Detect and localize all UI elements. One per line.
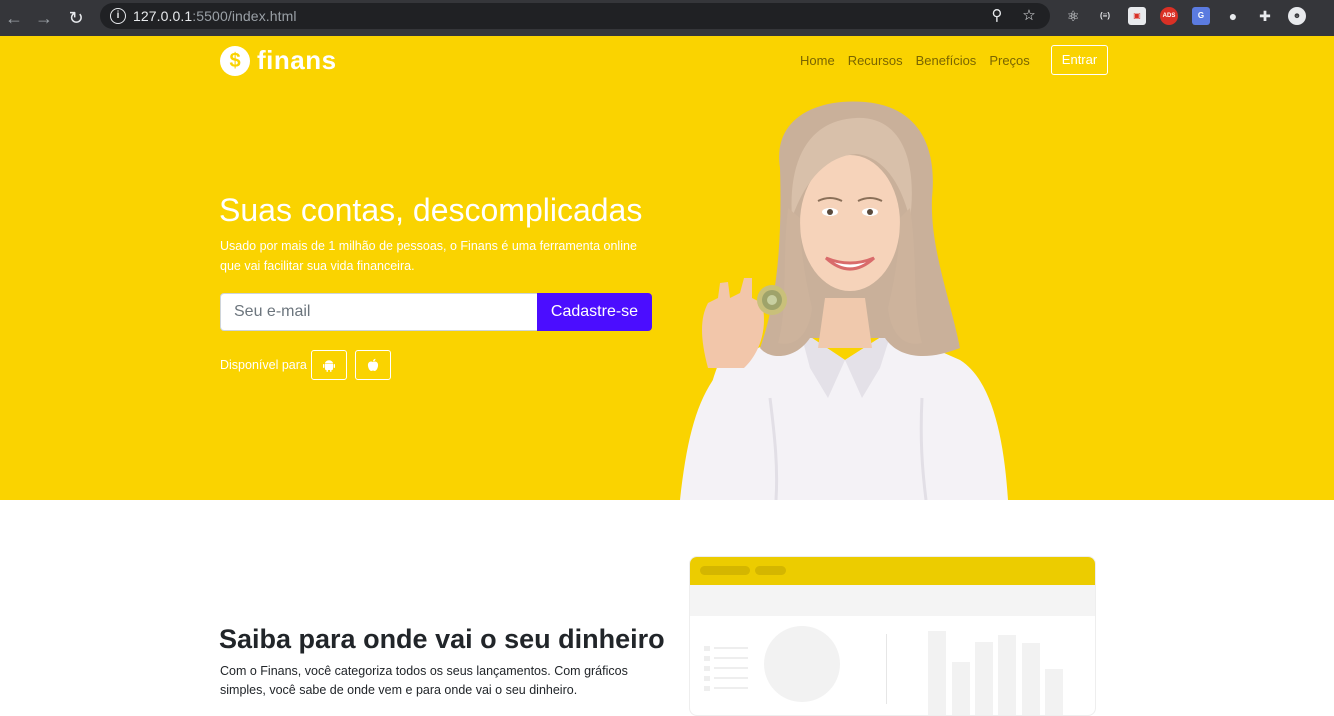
mockup-bar bbox=[1022, 643, 1040, 715]
feature-title: Saiba para onde vai o seu dinheiro bbox=[219, 624, 665, 654]
hero-subtitle: Usado por mais de 1 milhão de pessoas, o… bbox=[220, 239, 637, 273]
mockup-divider bbox=[886, 634, 887, 704]
back-arrow-icon[interactable]: ← bbox=[2, 6, 26, 30]
reload-icon[interactable]: ↻ bbox=[64, 6, 88, 30]
availability-label: Disponível para bbox=[220, 358, 307, 372]
nav-precos[interactable]: Preços bbox=[989, 53, 1029, 68]
mockup-bar bbox=[952, 662, 970, 715]
mockup-line bbox=[714, 647, 748, 649]
mockup-line-bullet bbox=[704, 676, 710, 681]
signup-button[interactable]: Cadastre-se bbox=[537, 293, 652, 331]
github-icon[interactable]: ● bbox=[1224, 7, 1242, 25]
woman-holding-coin-image bbox=[680, 101, 1008, 500]
mockup-line bbox=[714, 667, 748, 669]
extension-brackets-icon[interactable]: (≡) bbox=[1096, 7, 1114, 25]
mockup-line-bullet bbox=[704, 686, 710, 691]
forward-arrow-icon[interactable]: → bbox=[32, 6, 56, 30]
mockup-header-bar bbox=[690, 557, 1095, 585]
apple-button[interactable] bbox=[354, 350, 391, 380]
bookmark-star-icon[interactable]: ☆ bbox=[1020, 7, 1038, 25]
mockup-pie bbox=[764, 626, 840, 702]
address-bar[interactable]: i 127.0.0.1:5500/index.html ⚲ ☆ bbox=[100, 3, 1050, 29]
mockup-bar bbox=[928, 631, 946, 715]
mockup-pill bbox=[755, 566, 786, 575]
mockup-toolbar bbox=[690, 585, 1095, 616]
hero-section: $ finans Home Recursos Benefícios Preços… bbox=[0, 36, 1334, 500]
nav-beneficios[interactable]: Benefícios bbox=[916, 53, 977, 68]
mockup-line-bullet bbox=[704, 666, 710, 671]
mockup-bar bbox=[975, 642, 993, 715]
mockup-pill bbox=[700, 566, 750, 575]
nav-recursos[interactable]: Recursos bbox=[848, 53, 903, 68]
react-devtools-icon[interactable]: ⚛ bbox=[1064, 7, 1082, 25]
mockup-line bbox=[714, 657, 748, 659]
url-path: :5500/index.html bbox=[192, 8, 297, 24]
mockup-line bbox=[714, 677, 748, 679]
android-icon bbox=[322, 360, 335, 372]
mockup-line bbox=[714, 687, 748, 689]
translate-icon[interactable]: G bbox=[1192, 7, 1210, 25]
signup-form: Seu e-mail Cadastre-se bbox=[220, 293, 652, 331]
url-text[interactable]: 127.0.0.1:5500/index.html bbox=[133, 8, 297, 24]
dashboard-mockup bbox=[689, 556, 1096, 716]
brand-logo[interactable]: $ finans bbox=[220, 45, 337, 76]
hero-title: Suas contas, descomplicadas bbox=[219, 192, 643, 228]
mockup-chart-illustration bbox=[704, 626, 1063, 715]
nav-home[interactable]: Home bbox=[800, 53, 835, 68]
url-host: 127.0.0.1 bbox=[133, 8, 193, 24]
ads-extension-icon[interactable]: ADS bbox=[1160, 7, 1178, 25]
mockup-line-bullet bbox=[704, 656, 710, 661]
android-button[interactable] bbox=[310, 350, 347, 380]
apple-icon bbox=[367, 358, 378, 371]
browser-toolbar: ← → ↻ i 127.0.0.1:5500/index.html ⚲ ☆ ⚛ … bbox=[0, 0, 1334, 36]
mockup-bar bbox=[1045, 669, 1063, 715]
login-button[interactable]: Entrar bbox=[1051, 45, 1108, 75]
profile-avatar-icon[interactable]: ☻ bbox=[1288, 7, 1306, 25]
extensions-puzzle-icon[interactable]: ✚ bbox=[1256, 7, 1274, 25]
email-input[interactable]: Seu e-mail bbox=[220, 293, 537, 331]
extension-red-icon[interactable]: ▣ bbox=[1128, 7, 1146, 25]
mockup-line-bullet bbox=[704, 646, 710, 651]
dollar-coin-icon: $ bbox=[220, 45, 250, 76]
main-nav: Home Recursos Benefícios Preços bbox=[800, 53, 1030, 68]
zoom-icon[interactable]: ⚲ bbox=[988, 7, 1006, 25]
site-info-icon[interactable]: i bbox=[110, 8, 126, 24]
feature-text: Com o Finans, você categoriza todos os s… bbox=[220, 664, 628, 697]
availability: Disponível para bbox=[220, 350, 391, 380]
brand-name: finans bbox=[257, 45, 337, 75]
